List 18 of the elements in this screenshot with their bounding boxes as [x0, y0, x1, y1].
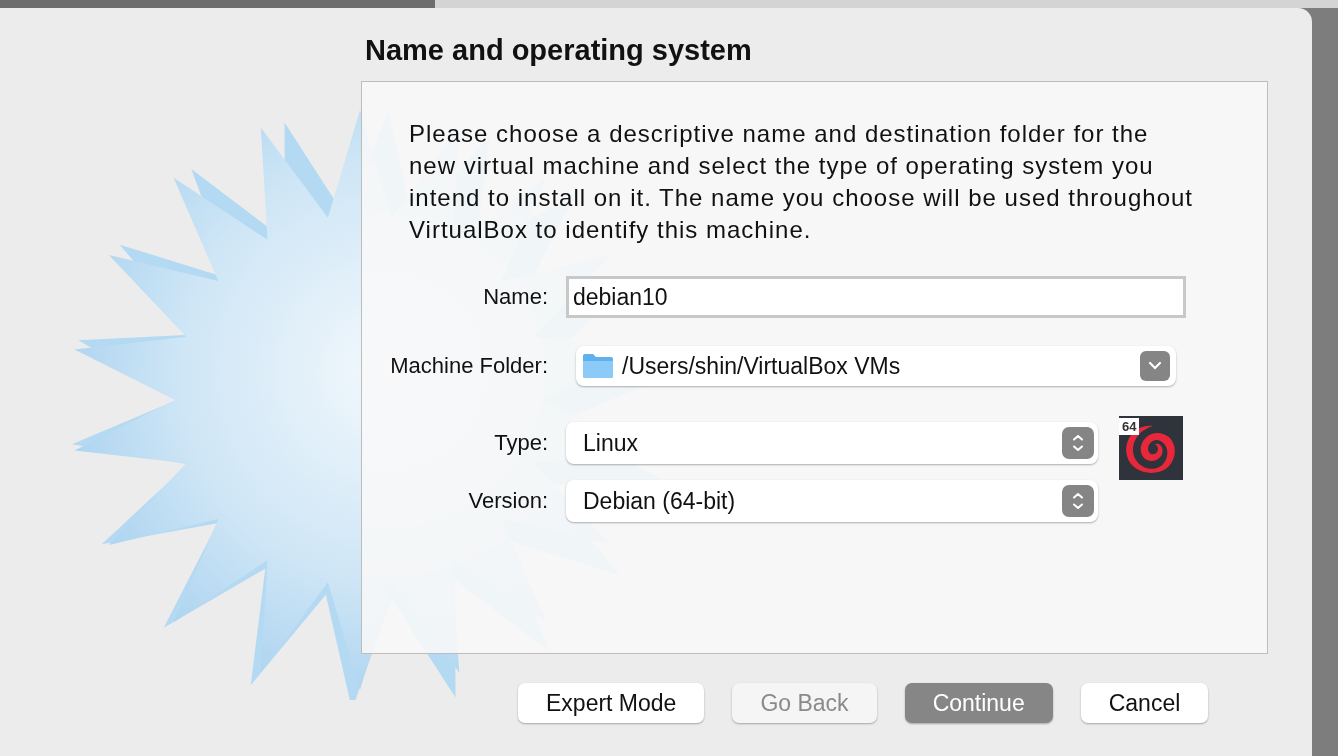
select-label: Version: — [467, 488, 548, 514]
dialog-button[interactable]: Cancel — [1080, 683, 1209, 723]
folder-icon — [582, 353, 614, 379]
stepper-arrows-icon — [1062, 485, 1094, 517]
machine-folder-label: Machine Folder: — [389, 353, 548, 379]
bitness-badge: 64 — [1119, 418, 1140, 435]
select-label: Type: — [493, 430, 548, 456]
dialog-button[interactable]: Continue — [904, 683, 1053, 723]
stepper-arrows-icon — [1062, 427, 1094, 459]
dialog-title: Name and operating system — [365, 34, 753, 67]
machine-folder-dropdown[interactable]: /Users/shin/VirtualBox VMs — [576, 346, 1176, 386]
description-text: Please choose a descriptive name and destination folder for the new virtual machine and select the type of operating system you intend to install on it. The name you choose will be used throughout VirtualBox to identify this machine. — [409, 119, 1194, 245]
chevron-down-icon — [1140, 351, 1170, 381]
select-dropdown[interactable]: Linux — [566, 422, 1098, 464]
dialog-button[interactable]: Expert Mode — [518, 683, 705, 723]
select-dropdown[interactable]: Debian (64-bit) — [566, 480, 1098, 522]
name-label: Name: — [482, 284, 548, 310]
name-input-field[interactable]: debian10 — [566, 276, 1186, 318]
